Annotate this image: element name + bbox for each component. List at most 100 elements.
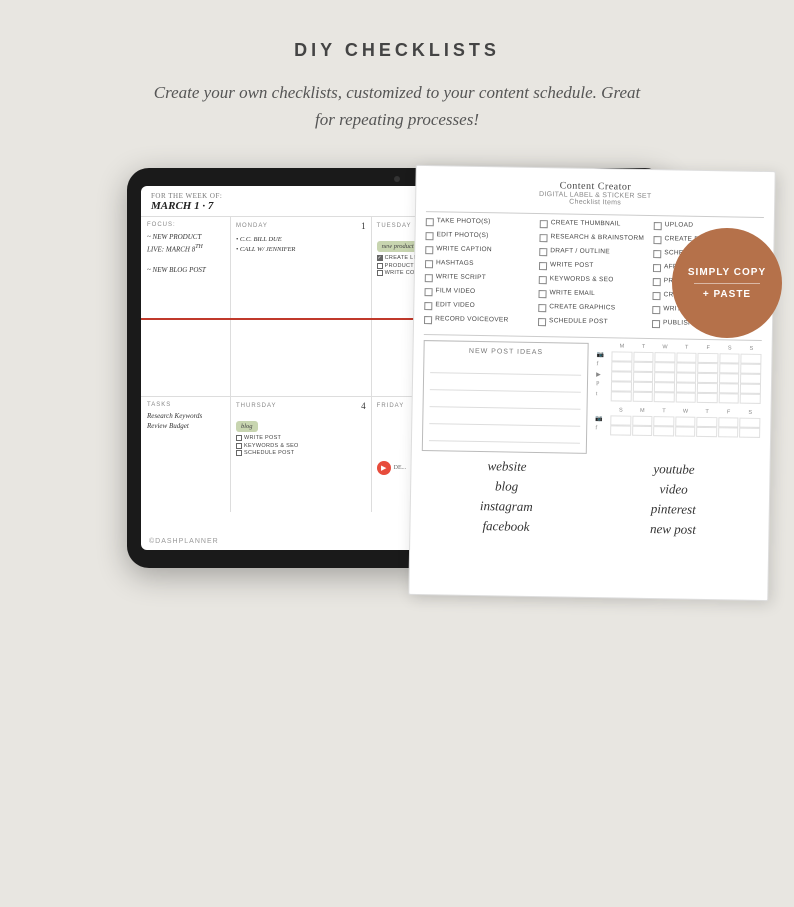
checkbox-3 [377,270,383,276]
check-thumbnail: CREATE THUMBNAIL [540,219,650,230]
sticker-labels: website youtube blog video instagram pin… [420,457,759,539]
checkbox [539,262,547,270]
check-write-caption: WRITE CAPTION [425,245,535,256]
week-label: FOR THE WEEK OF: [151,192,222,200]
focus-text: ~ NEW PRODUCTLIVE: MARCH 8TH~ NEW BLOG P… [147,232,224,275]
check-write-email: WRITE EMAIL [538,289,648,300]
tablet-camera [394,176,400,182]
twit-icon: t [596,391,610,401]
sticker-new-post: new post [591,520,754,539]
check-hashtags: HASHTAGS [425,259,535,270]
checkbox-thu-1 [236,435,242,441]
checkbox [425,232,433,240]
task-1: Research Keywords [147,412,224,420]
callout-line2: + PASTE [703,288,751,301]
checkbox [653,250,661,258]
cal-cell [632,392,653,402]
sticker-youtube: youtube [592,460,755,479]
thursday-task-1: WRITE POST [236,435,366,441]
checkbox [652,306,660,314]
check-write-post: WRITE POST [539,261,649,272]
check-record-voiceover: RECORD VOICEOVER [424,315,534,326]
checkbox [425,274,433,282]
tasks-column: TASKS Research Keywords Review Budget [141,397,231,512]
checklist-col2: CREATE THUMBNAIL RESEARCH & BRAINSTORM D… [538,219,650,333]
cal-cell [654,392,675,402]
check-research: RESEARCH & BRAINSTORM [539,233,649,244]
checkbox [652,292,660,300]
de-label: DE... [394,465,407,471]
friday-name: FRIDAY [377,403,405,409]
new-post-ideas: NEW POST IDEAS [422,340,589,454]
calendar-sticker-area: M T W T F S S 📷 [595,343,762,457]
checkbox [425,246,433,254]
cal-cell [653,426,674,436]
checkbox [425,260,433,268]
sticker-facebook: facebook [424,517,587,536]
checkbox-thu-3 [236,450,242,456]
cal-cell [632,426,653,436]
thursday-name: THURSDAY [236,403,277,409]
checkbox [652,320,660,328]
thursday-header: THURSDAY 4 [236,401,366,411]
tuesday-name: TUESDAY [377,223,412,229]
checklist-col1: TAKE PHOTO(S) EDIT PHOTO(S) WRITE CAPTIO… [424,217,536,331]
device-area: FOR THE WEEK OF: MARCH 1 · 7 Weekly Plan… [22,168,772,568]
thursday-num: 4 [361,401,366,411]
cal-cell [718,428,739,438]
post-line-3 [430,394,581,411]
tuesday-event: new product [377,241,419,252]
cal-cell [719,394,740,404]
cal-cell [675,393,696,403]
week-dates: MARCH 1 · 7 [151,200,222,212]
cal-icon-2 [595,407,609,413]
thursday-task-3: SCHEDULE POST [236,450,366,456]
cal-row2-2: f [595,425,760,438]
sticker-pinterest: pinterest [592,500,755,519]
mini-calendar-1: M T W T F S S 📷 [596,343,762,404]
checklist-bottom: NEW POST IDEAS M T W T [422,340,762,457]
check-draft: DRAFT / OUTLINE [539,247,649,258]
thursday-task-2: KEYWORDS & SEO [236,443,366,449]
checkbox-1: ✓ [377,255,383,261]
check-create-graphics: CREATE GRAPHICS [538,303,648,314]
checkbox [653,264,661,272]
new-post-title: NEW POST IDEAS [430,348,581,358]
monday-col: MONDAY 1 • C.C. BILL DUE• CALL W/ JENNIF… [231,217,372,396]
post-line-4 [429,411,580,428]
sticker-blog: blog [425,477,588,496]
cal-cell [740,394,761,404]
checkbox-2 [377,263,383,269]
cal-cell [675,427,696,437]
checkbox [538,290,546,298]
monday-name: MONDAY [236,223,268,229]
youtube-icon: ▶ [377,461,391,475]
mini-calendar-2: S M T W T F S 📷 [595,407,760,438]
checkbox [538,304,546,312]
cal-cell [697,393,718,403]
fb2-icon: f [595,425,609,435]
monday-num: 1 [361,221,366,231]
checkbox [539,276,547,284]
checkbox [539,234,547,242]
post-line-2 [430,377,581,394]
checkbox-thu-2 [236,443,242,449]
cal-cell [739,428,760,438]
thursday-event: blog [236,421,258,432]
check-take-photo: TAKE PHOTO(S) [426,217,536,228]
week-info: FOR THE WEEK OF: MARCH 1 · 7 [151,192,222,212]
checkbox [653,236,661,244]
check-keywords: KEYWORDS & SEO [539,275,649,286]
tasks-label: TASKS [147,402,224,408]
cal-cell [610,426,631,436]
cal-icon-1 [597,343,611,349]
checkbox [538,318,546,326]
branding-label: ©DASHPLANNER [149,538,219,545]
focus-column: FOCUS: ~ NEW PRODUCTLIVE: MARCH 8TH~ NEW… [141,217,231,396]
cal-cell [611,392,632,402]
check-schedule-post: SCHEDULE POST [538,317,648,328]
check-edit-video: EDIT VIDEO [424,301,534,312]
callout-divider [694,283,760,284]
sticker-video: video [592,480,755,499]
page-subtitle: Create your own checklists, customized t… [147,79,647,133]
